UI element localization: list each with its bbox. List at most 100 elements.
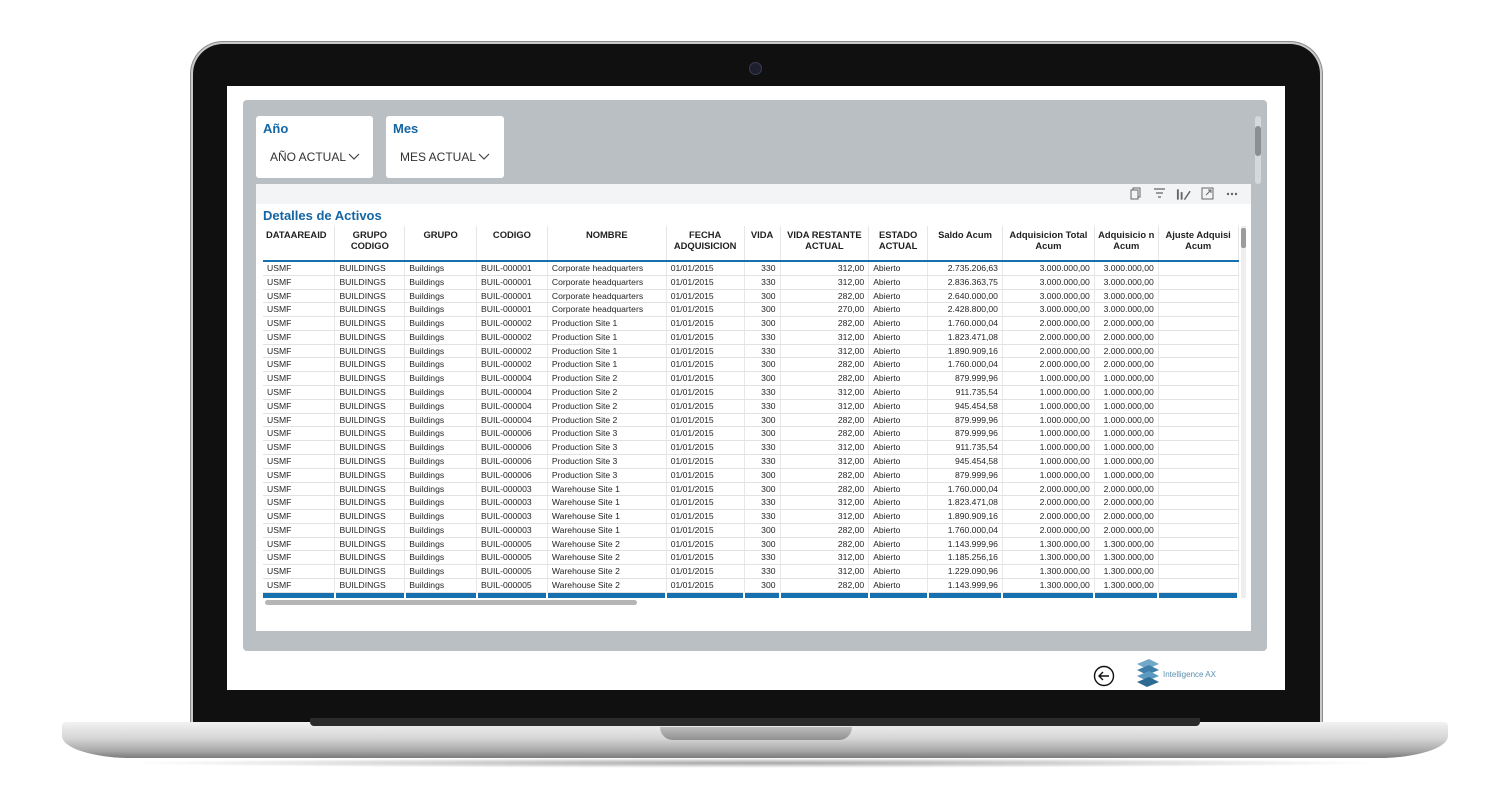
table-row[interactable]: USMF BUILDINGS Buildings BUIL-000004 Product… — [263, 399, 1239, 414]
table-row[interactable]: USMF BUILDINGS Buildings BUIL-000001 Corpora… — [263, 289, 1239, 304]
table-cell: 01/01/2015 — [666, 302, 745, 318]
table-cell: 1.760.000,04 — [927, 523, 1003, 538]
table-row[interactable]: USMF BUILDINGS Buildings BUIL-000003 Warehou… — [263, 482, 1239, 497]
column-header[interactable]: FECHA ADQUISICION — [666, 226, 745, 262]
column-header[interactable]: Adquisicion Total Acum — [1002, 226, 1095, 262]
column-header[interactable]: DATAAREAID — [263, 226, 336, 262]
table-cell: BUIL-000002 — [476, 316, 548, 331]
table-cell: 300 — [744, 426, 781, 442]
table-horizontal-scrollbar[interactable] — [263, 600, 1239, 605]
column-header[interactable]: VIDA RESTANTE ACTUAL — [780, 226, 870, 262]
table-cell: 01/01/2015 — [666, 413, 745, 428]
table-cell: BUILDINGS — [334, 330, 406, 345]
column-header[interactable]: Saldo Acum — [927, 226, 1003, 262]
table-cell: BUIL-000004 — [476, 385, 548, 400]
table-cell: 2.000.000,00 — [1002, 357, 1095, 373]
canvas-scrollbar-thumb[interactable] — [1255, 126, 1261, 156]
table-cell: BUILDINGS — [334, 371, 406, 387]
table-cell: BUILDINGS — [334, 550, 406, 566]
table-row[interactable]: USMF BUILDINGS Buildings BUIL-000005 Warehou… — [263, 564, 1239, 579]
table-row[interactable]: USMF BUILDINGS Buildings BUIL-000003 Warehou… — [263, 509, 1239, 524]
table-cell: USMF — [263, 302, 336, 318]
format-icon[interactable] — [1176, 186, 1191, 201]
table-row[interactable]: USMF BUILDINGS Buildings BUIL-000006 Product… — [263, 440, 1239, 455]
table-row[interactable]: USMF BUILDINGS Buildings BUIL-000001 Corpora… — [263, 302, 1239, 318]
table-cell: Buildings — [404, 550, 477, 566]
table-cell: Abierto — [868, 344, 929, 359]
table-row[interactable]: USMF BUILDINGS Buildings BUIL-000006 Product… — [263, 426, 1239, 442]
column-header[interactable]: Ajuste Adquisi Acum — [1158, 226, 1239, 262]
column-header[interactable]: ESTADO ACTUAL — [868, 226, 929, 262]
table-cell: 01/01/2015 — [666, 537, 745, 552]
back-button[interactable] — [1093, 665, 1115, 687]
table-row[interactable]: USMF BUILDINGS Buildings BUIL-000004 Product… — [263, 371, 1239, 387]
table-cell: 282,00 — [780, 316, 870, 331]
table-cell: 2.000.000,00 — [1094, 523, 1159, 538]
table-vertical-scrollbar-thumb[interactable] — [1241, 228, 1246, 248]
table-row[interactable]: USMF BUILDINGS Buildings BUIL-000006 Product… — [263, 468, 1239, 483]
table-row[interactable]: USMF BUILDINGS Buildings BUIL-000005 Warehou… — [263, 550, 1239, 566]
column-header[interactable]: CODIGO — [476, 226, 548, 262]
table-cell: 01/01/2015 — [666, 289, 745, 304]
table-cell: 282,00 — [780, 523, 870, 538]
table-cell: 1.000.000,00 — [1002, 399, 1095, 414]
table-cell: BUIL-000003 — [476, 495, 548, 511]
table-cell — [1158, 495, 1239, 511]
table-row[interactable]: USMF BUILDINGS Buildings BUIL-000004 Product… — [263, 413, 1239, 428]
table-cell: Buildings — [404, 289, 477, 304]
table-cell: Warehouse Site 1 — [547, 509, 667, 524]
table-cell: USMF — [263, 495, 336, 511]
table-row[interactable]: USMF BUILDINGS Buildings BUIL-000005 Warehou… — [263, 537, 1239, 552]
month-slicer: Mes MES ACTUAL — [386, 116, 504, 178]
table-vertical-scrollbar[interactable] — [1241, 226, 1246, 598]
table-cell: 01/01/2015 — [666, 344, 745, 359]
table-row[interactable]: USMF BUILDINGS Buildings BUIL-000002 Product… — [263, 330, 1239, 345]
table-cell — [1158, 275, 1239, 290]
table-cell: 3.000.000,00 — [1094, 275, 1159, 290]
table-cell: 3.000.000,00 — [1094, 289, 1159, 304]
column-header[interactable]: GRUPO CODIGO — [334, 226, 406, 262]
table-cell: 330 — [744, 495, 781, 511]
table-row[interactable]: USMF BUILDINGS Buildings BUIL-000001 Corpora… — [263, 261, 1239, 276]
table-row[interactable]: USMF BUILDINGS Buildings BUIL-000006 Product… — [263, 454, 1239, 469]
table-cell: 1.000.000,00 — [1002, 454, 1095, 469]
table-row[interactable]: USMF BUILDINGS Buildings BUIL-000003 Warehou… — [263, 495, 1239, 511]
table-cell: Buildings — [404, 454, 477, 469]
month-dropdown[interactable]: MES ACTUAL — [400, 150, 490, 164]
table-row[interactable]: USMF BUILDINGS Buildings BUIL-000002 Product… — [263, 344, 1239, 359]
table-cell — [1158, 550, 1239, 566]
laptop-hinge — [310, 718, 1200, 726]
table-cell: USMF — [263, 289, 336, 304]
table-row[interactable]: USMF BUILDINGS Buildings BUIL-000001 Corpora… — [263, 275, 1239, 290]
table-cell: BUILDINGS — [334, 523, 406, 538]
table-row[interactable]: USMF BUILDINGS Buildings BUIL-000003 Warehou… — [263, 523, 1239, 538]
more-options-icon[interactable] — [1224, 186, 1239, 201]
canvas-scrollbar[interactable] — [1255, 116, 1261, 184]
table-cell — [1158, 426, 1239, 442]
total-cell: 2.688.292.19 3,84 — [927, 592, 1004, 598]
year-dropdown[interactable]: AÑO ACTUAL — [270, 150, 360, 164]
table-row[interactable]: USMF BUILDINGS Buildings BUIL-000004 Product… — [263, 385, 1239, 400]
table-cell: Abierto — [868, 302, 929, 318]
column-header[interactable]: Adquisicio n Acum — [1094, 226, 1159, 262]
table-cell: 300 — [744, 357, 781, 373]
column-header[interactable]: VIDA — [744, 226, 781, 262]
table-cell: 330 — [744, 564, 781, 579]
column-header[interactable]: GRUPO — [404, 226, 477, 262]
copy-icon[interactable] — [1128, 186, 1143, 201]
table-cell: 01/01/2015 — [666, 454, 745, 469]
focus-mode-icon[interactable] — [1200, 186, 1215, 201]
table-cell: 1.760.000,04 — [927, 357, 1003, 373]
filter-icon[interactable] — [1152, 186, 1167, 201]
table-horizontal-scrollbar-thumb[interactable] — [265, 600, 637, 605]
table-cell: 1.890.909,16 — [927, 509, 1003, 524]
column-header[interactable]: NOMBRE — [547, 226, 667, 262]
table-cell — [1158, 454, 1239, 469]
table-cell: 1.823.471,08 — [927, 495, 1003, 511]
table-cell: 1.300.000,00 — [1094, 537, 1159, 552]
table-row[interactable]: USMF BUILDINGS Buildings BUIL-000005 Warehou… — [263, 578, 1239, 593]
table-row[interactable]: USMF BUILDINGS Buildings BUIL-000002 Product… — [263, 357, 1239, 373]
table-row[interactable]: USMF BUILDINGS Buildings BUIL-000002 Product… — [263, 316, 1239, 331]
table-cell: 330 — [744, 261, 781, 276]
table-cell: Corporate headquarters — [547, 289, 667, 304]
